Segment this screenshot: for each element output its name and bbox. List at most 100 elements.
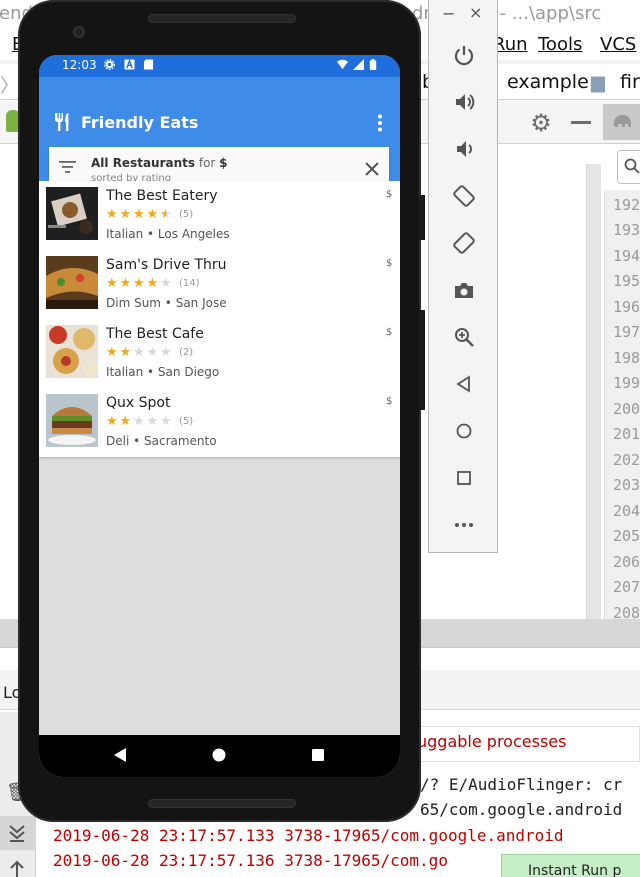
line-number: 194 [613, 247, 640, 265]
emulator-close-button[interactable]: × [469, 3, 482, 22]
star-icon: ★ [133, 207, 145, 222]
star-icon: ★ [160, 276, 172, 291]
minimize-icon[interactable] [571, 121, 591, 124]
overview-icon[interactable] [450, 464, 478, 492]
signal-icon [353, 59, 364, 70]
search-icon [624, 158, 640, 174]
star-icon: ★ [133, 414, 145, 429]
elephant-icon [613, 115, 631, 127]
volume-down-icon[interactable] [450, 135, 478, 163]
phone-volume-button[interactable] [419, 310, 425, 410]
star-icon: ★ [160, 207, 172, 222]
emulator-minimize-button[interactable]: − [442, 4, 455, 23]
volume-up-icon[interactable] [450, 88, 478, 116]
restaurant-photo [46, 394, 98, 447]
restaurant-price: $ [386, 189, 393, 200]
nav-back-icon[interactable] [113, 747, 127, 763]
scroll-to-end-icon [9, 825, 25, 842]
phone-speaker [148, 14, 296, 23]
line-number: 199 [613, 374, 640, 392]
restaurant-list: The Best Eatery $ ★ ★ ★ ★ ★ (5) Italian • Lo… [39, 181, 400, 457]
restaurant-name: The Best Eatery [106, 188, 218, 204]
back-icon[interactable] [450, 370, 478, 398]
line-number: 192 [613, 196, 640, 214]
scroll-to-end-button[interactable] [0, 816, 36, 850]
menu-item-vcs[interactable]: VCS [600, 34, 636, 55]
emulator-toolbar [428, 0, 498, 553]
phone-speaker [148, 799, 296, 808]
restaurant-price: $ [386, 396, 393, 407]
line-number: 205 [613, 527, 640, 545]
settings-icon [104, 59, 115, 70]
log-line: 2019-06-28 23:17:57.136 3738-17965/com.g… [53, 851, 448, 870]
rotate-left-icon[interactable] [450, 182, 478, 210]
line-number: 197 [613, 323, 640, 341]
wifi-icon [337, 59, 348, 70]
zoom-icon[interactable] [450, 323, 478, 351]
restaurant-meta: Italian • San Diego [106, 365, 220, 379]
line-number: 200 [613, 400, 640, 418]
menu-item-run[interactable]: Run [493, 34, 528, 55]
more-icon[interactable] [450, 511, 478, 539]
breadcrumb-fire[interactable]: fire [620, 71, 640, 93]
restaurant-name: Sam's Drive Thru [106, 257, 227, 273]
restaurant-icon [55, 113, 69, 131]
restaurant-row[interactable]: Qux Spot $ ★ ★ ★ ★ ★ (5) Deli • Sacramento [39, 388, 400, 457]
navigation-bar [39, 735, 400, 777]
restaurant-row[interactable]: The Best Cafe $ ★ ★ ★ ★ ★ (2) Italian • San … [39, 319, 400, 388]
up-arrow-icon[interactable] [7, 860, 27, 877]
log-line: 65/com.google.android [420, 800, 623, 819]
breadcrumb-chevron: 〉 [0, 75, 20, 97]
star-icon: ★ [106, 207, 118, 222]
restaurant-meta: Dim Sum • San Jose [106, 296, 227, 310]
gear-icon[interactable]: ⚙ [528, 110, 554, 136]
star-icon: ★ [146, 207, 159, 222]
line-number-gutter: 192 193 194 195 196 197 198 199 200 201 … [604, 190, 640, 630]
star-icon: ★ [133, 276, 145, 291]
power-icon[interactable] [450, 41, 478, 69]
close-icon[interactable] [363, 160, 381, 178]
star-icon: ★ [146, 276, 159, 291]
log-line: 2019-06-28 23:17:57.133 3738-17965/com.g… [53, 826, 564, 845]
nav-home-icon[interactable] [212, 747, 226, 763]
restaurant-name: The Best Cafe [106, 326, 204, 342]
overflow-menu-icon[interactable] [375, 113, 385, 133]
line-number: 198 [613, 349, 640, 367]
line-number: 203 [613, 476, 640, 494]
star-icon: ★ [106, 276, 118, 291]
gradle-tab[interactable] [603, 104, 640, 140]
restaurant-row[interactable]: The Best Eatery $ ★ ★ ★ ★ ★ (5) Italian • Lo… [39, 181, 400, 250]
camera-icon[interactable] [450, 276, 478, 304]
app-title: Friendly Eats [81, 113, 199, 132]
rating-count: (2) [179, 347, 194, 358]
star-icon: ★ [160, 414, 172, 429]
editor-scrollbar[interactable] [586, 164, 601, 624]
search-field[interactable] [617, 150, 640, 184]
nav-overview-icon[interactable] [311, 747, 325, 763]
line-number: 207 [613, 578, 640, 596]
star-icon: ★ [133, 345, 145, 360]
rotate-right-icon[interactable] [450, 229, 478, 257]
menu-item-tools[interactable]: Tools [538, 34, 582, 55]
instant-run-notification[interactable]: Instant Run p [501, 854, 640, 877]
sd-card-icon [143, 59, 154, 70]
filter-category: All Restaurants [91, 156, 196, 170]
filter-title: All Restaurants for $ [91, 156, 228, 170]
debug-notice-text: uggable processes [417, 732, 567, 751]
phone-power-button[interactable] [419, 195, 425, 240]
star-icon: ★ [160, 345, 172, 360]
battery-icon [369, 59, 377, 70]
rating-count: (14) [179, 278, 200, 289]
line-number: 201 [613, 425, 640, 443]
restaurant-price: $ [386, 327, 393, 338]
line-number: 204 [613, 502, 640, 520]
breadcrumb-example[interactable]: example [507, 71, 589, 93]
line-number: 202 [613, 451, 640, 469]
restaurant-name: Qux Spot [106, 395, 171, 411]
phone-screen[interactable]: 12:03 Friendly Eats All Restaurants for … [39, 55, 400, 777]
star-icon: ★ [106, 414, 118, 429]
line-number: 193 [613, 221, 640, 239]
filter-connector: for [195, 156, 220, 170]
home-icon[interactable] [450, 417, 478, 445]
restaurant-row[interactable]: Sam's Drive Thru $ ★ ★ ★ ★ ★ (14) Dim Sum • … [39, 250, 400, 319]
